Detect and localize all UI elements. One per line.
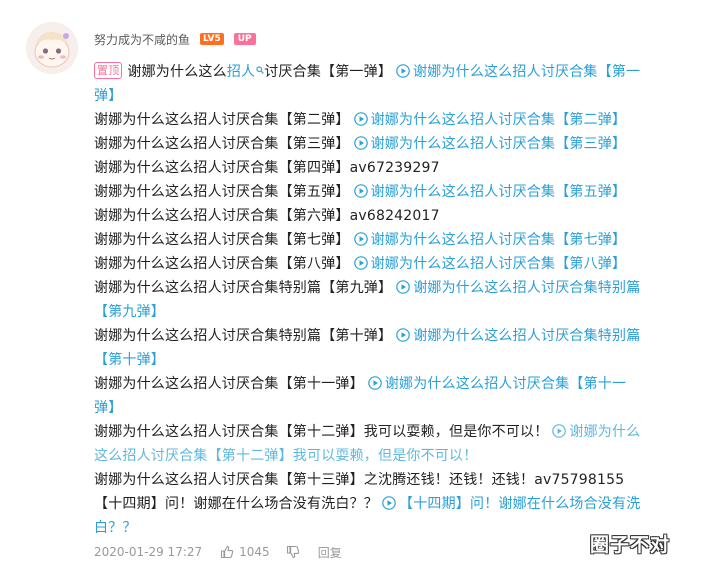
video-link-icon[interactable] <box>382 496 396 510</box>
video-link-icon[interactable] <box>396 328 411 342</box>
comment-text: 讨厌合集【第一弹】 <box>264 64 393 80</box>
video-link-icon[interactable] <box>396 64 410 78</box>
video-link-icon[interactable] <box>353 184 368 198</box>
comment-line: 谢娜为什么这么招人讨厌合集【第六弹】av68242017 <box>94 204 679 228</box>
video-link[interactable]: 白？？ <box>94 520 137 536</box>
pinned-badge: 置顶 <box>94 62 123 79</box>
like-button[interactable]: 1045 <box>220 545 270 559</box>
comment-text: 谢娜为什么这么招人讨厌合集特别篇【第十弹】 <box>94 328 393 344</box>
comment-text: 谢娜为什么这么招人讨厌合集【第五弹】 <box>94 184 350 200</box>
comment-line: 谢娜为什么这么招人讨厌合集【第十二弹】我可以耍赖，但是你不可以！ 谢娜为什么 <box>94 420 679 444</box>
video-link-icon[interactable] <box>353 136 368 150</box>
comment-text: 谢娜为什么这么招人讨厌合集【第八弹】 <box>94 256 350 272</box>
comment-line: 谢娜为什么这么招人讨厌合集特别篇【第十弹】 谢娜为什么这么招人讨厌合集特别篇 <box>94 324 679 348</box>
comment-line: 谢娜为什么这么招人讨厌合集【第五弹】 谢娜为什么这么招人讨厌合集【第五弹】 <box>94 180 679 204</box>
video-link[interactable]: 【十四期】问！谢娜在什么场合没有洗 <box>399 496 640 512</box>
video-link[interactable]: 谢娜为什么 <box>569 424 640 440</box>
comment-timestamp: 2020-01-29 17:27 <box>94 545 203 559</box>
comment-footer: 2020-01-29 17:27 1045 回复 <box>94 543 342 561</box>
video-link-icon[interactable] <box>396 280 411 294</box>
dislike-button[interactable] <box>286 545 300 559</box>
comment-line: 谢娜为什么这么招人讨厌合集特别篇【第九弹】 谢娜为什么这么招人讨厌合集特别篇 <box>94 276 679 300</box>
avatar[interactable] <box>26 22 78 74</box>
comment-line: 【第九弹】 <box>94 300 679 324</box>
video-link[interactable]: 【第十弹】 <box>94 352 165 368</box>
comment-text: 谢娜为什么这么招人讨厌合集【第二弹】 <box>94 112 350 128</box>
level-badge: LV5 <box>200 33 224 45</box>
video-link-icon[interactable] <box>368 376 382 390</box>
comment-text: 谢娜为什么这么招人讨厌合集特别篇【第九弹】 <box>94 280 393 296</box>
video-link[interactable]: 谢娜为什么这么招人讨厌合集【第八弹】 <box>371 256 627 272</box>
comment-line: 弹】 <box>94 396 679 420</box>
video-link[interactable]: 谢娜为什么这么招人讨厌合集特别篇 <box>413 328 640 344</box>
username[interactable]: 努力成为不咸的鱼 <box>94 31 190 48</box>
comment-text: 谢娜为什么这么招人讨厌合集【第十三弹】之沈腾还钱！还钱！还钱！av7579815… <box>94 472 625 488</box>
comment-text: 谢娜为什么这么招人讨厌合集【第四弹】av67239297 <box>94 160 440 176</box>
comment-line: 谢娜为什么这么招人讨厌合集【第十三弹】之沈腾还钱！还钱！还钱！av7579815… <box>94 468 679 492</box>
video-link[interactable]: 谢娜为什么这么招人讨厌合集【第一 <box>413 64 640 80</box>
comment-line: 谢娜为什么这么招人讨厌合集【第七弹】 谢娜为什么这么招人讨厌合集【第七弹】 <box>94 228 679 252</box>
reply-button[interactable]: 回复 <box>318 544 342 561</box>
comment-text: 谢娜为什么这么招人讨厌合集【第十一弹】 <box>94 376 364 392</box>
video-link[interactable]: 谢娜为什么这么招人讨厌合集【第十一 <box>385 376 626 392</box>
comment-line: 置顶 谢娜为什么这么招人 讨厌合集【第一弹】 谢娜为什么这么招人讨厌合集【第一 <box>94 60 679 84</box>
video-link[interactable]: 谢娜为什么这么招人讨厌合集【第七弹】 <box>371 232 627 248</box>
like-icon[interactable] <box>220 545 234 559</box>
comment-body: 置顶 谢娜为什么这么招人 讨厌合集【第一弹】 谢娜为什么这么招人讨厌合集【第一 弹】 … <box>94 60 679 540</box>
video-link[interactable]: 弹】 <box>94 400 122 416</box>
up-badge: UP <box>233 33 256 45</box>
video-link-icon[interactable] <box>552 424 567 438</box>
comment-line: 【第十弹】 <box>94 348 679 372</box>
search-keyword-link[interactable]: 招人 <box>227 64 255 80</box>
video-link[interactable]: 弹】 <box>94 88 122 104</box>
video-link[interactable]: 谢娜为什么这么招人讨厌合集特别篇 <box>413 280 640 296</box>
video-link-icon[interactable] <box>353 232 368 246</box>
comment-text: 谢娜为什么这么招人讨厌合集【第七弹】 <box>94 232 350 248</box>
comment-text: 谢娜为什么这么招人讨厌合集【第六弹】av68242017 <box>94 208 440 224</box>
video-link-icon[interactable] <box>353 112 368 126</box>
video-link[interactable]: 【第九弹】 <box>94 304 165 320</box>
comment-line: 谢娜为什么这么招人讨厌合集【第三弹】 谢娜为什么这么招人讨厌合集【第三弹】 <box>94 132 679 156</box>
video-link[interactable]: 这么招人讨厌合集【第十二弹】我可以耍赖，但是你不可以！ <box>94 448 477 464</box>
video-link[interactable]: 谢娜为什么这么招人讨厌合集【第五弹】 <box>371 184 627 200</box>
comment-text: 谢娜为什么这么招人讨厌合集【第三弹】 <box>94 136 350 152</box>
video-link[interactable]: 谢娜为什么这么招人讨厌合集【第二弹】 <box>371 112 627 128</box>
comment-line: 谢娜为什么这么招人讨厌合集【第二弹】 谢娜为什么这么招人讨厌合集【第二弹】 <box>94 108 679 132</box>
comment-text: 【十四期】问！谢娜在什么场合没有洗白？？ <box>94 496 378 512</box>
like-count: 1045 <box>239 545 270 559</box>
comment-line: 【十四期】问！谢娜在什么场合没有洗白？？ 【十四期】问！谢娜在什么场合没有洗 <box>94 492 679 516</box>
comment-text: 谢娜为什么这么招人讨厌合集【第十二弹】我可以耍赖，但是你不可以！ <box>94 424 549 440</box>
comment-line: 谢娜为什么这么招人讨厌合集【第四弹】av67239297 <box>94 156 679 180</box>
watermark: 圈子不对 <box>590 534 671 556</box>
comment-line: 谢娜为什么这么招人讨厌合集【第八弹】 谢娜为什么这么招人讨厌合集【第八弹】 <box>94 252 679 276</box>
comment-header: 努力成为不咸的鱼 LV5 UP <box>94 29 256 49</box>
dislike-icon[interactable] <box>286 545 300 559</box>
comment-line: 谢娜为什么这么招人讨厌合集【第十一弹】 谢娜为什么这么招人讨厌合集【第十一 <box>94 372 679 396</box>
video-link[interactable]: 谢娜为什么这么招人讨厌合集【第三弹】 <box>371 136 627 152</box>
comment-line: 这么招人讨厌合集【第十二弹】我可以耍赖，但是你不可以！ <box>94 444 679 468</box>
comment-line: 弹】 <box>94 84 679 108</box>
comment-text: 谢娜为什么这么 <box>127 64 227 80</box>
video-link-icon[interactable] <box>353 256 368 270</box>
